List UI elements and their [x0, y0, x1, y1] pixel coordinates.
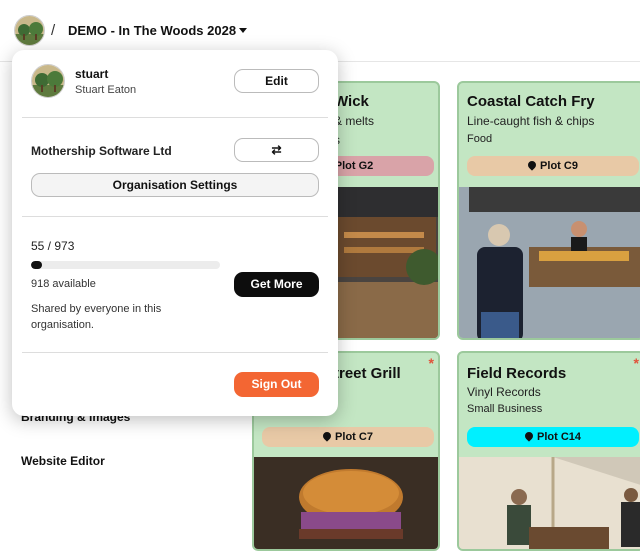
card-title: Wick	[334, 93, 369, 110]
credits-shared-note: Shared by everyone in this organisation.	[31, 303, 162, 331]
divider	[22, 117, 328, 118]
plot-label: Plot G2	[334, 160, 374, 172]
map-pin-icon	[526, 159, 538, 171]
card-subtitle: Vinyl Records	[467, 385, 541, 399]
card-title: Coastal Catch Fry	[467, 93, 595, 110]
get-more-button[interactable]: Get More	[234, 272, 319, 297]
divider	[22, 352, 328, 353]
vendor-card[interactable]: * Field Records Vinyl Records Small Busi…	[457, 351, 640, 551]
plot-badge: Plot C7	[262, 427, 434, 447]
card-category: Food	[467, 133, 493, 145]
card-subtitle: Line-caught fish & chips	[467, 114, 595, 128]
breadcrumb-separator: /	[51, 22, 56, 39]
card-subtitle: & melts	[334, 114, 375, 128]
user-avatar	[31, 64, 65, 98]
plot-badge: Plot C9	[467, 156, 639, 176]
switch-organisation-button[interactable]: ⇄	[234, 138, 319, 162]
sidebar-item-website-editor[interactable]: Website Editor	[21, 454, 105, 468]
organisation-avatar[interactable]	[14, 15, 45, 46]
card-title: treet Grill	[334, 365, 401, 382]
plot-badge: Plot C14	[467, 427, 639, 447]
event-title[interactable]: DEMO - In The Woods 2028	[68, 23, 236, 38]
edit-profile-button[interactable]: Edit	[234, 69, 319, 93]
plot-label: Plot C7	[335, 431, 373, 443]
featured-star: *	[633, 355, 639, 371]
featured-star: *	[428, 355, 434, 371]
chevron-down-icon[interactable]	[239, 28, 247, 33]
plot-label: Plot C14	[536, 431, 581, 443]
vendor-card[interactable]: Coastal Catch Fry Line-caught fish & chi…	[457, 81, 640, 340]
divider	[22, 216, 328, 217]
user-full-name: Stuart Eaton	[75, 84, 137, 96]
map-pin-icon	[321, 430, 333, 442]
card-title: Field Records	[467, 365, 567, 382]
organisation-settings-button[interactable]: Organisation Settings	[31, 173, 319, 197]
plot-label: Plot C9	[540, 160, 578, 172]
swap-arrows-icon: ⇄	[271, 143, 282, 157]
map-pin-icon	[523, 430, 535, 442]
credits-count: 55 / 973	[31, 239, 75, 253]
credits-progress-fill	[31, 261, 42, 269]
credits-available: 918 available	[31, 278, 96, 290]
username: stuart	[75, 67, 109, 81]
organisation-name: Mothership Software Ltd	[31, 144, 172, 158]
card-photo	[459, 187, 640, 338]
credits-progress-bar	[31, 261, 220, 269]
sign-out-button[interactable]: Sign Out	[234, 372, 319, 397]
account-popover: stuart Stuart Eaton Edit Mothership Soft…	[12, 50, 338, 416]
card-category: Small Business	[467, 403, 543, 415]
